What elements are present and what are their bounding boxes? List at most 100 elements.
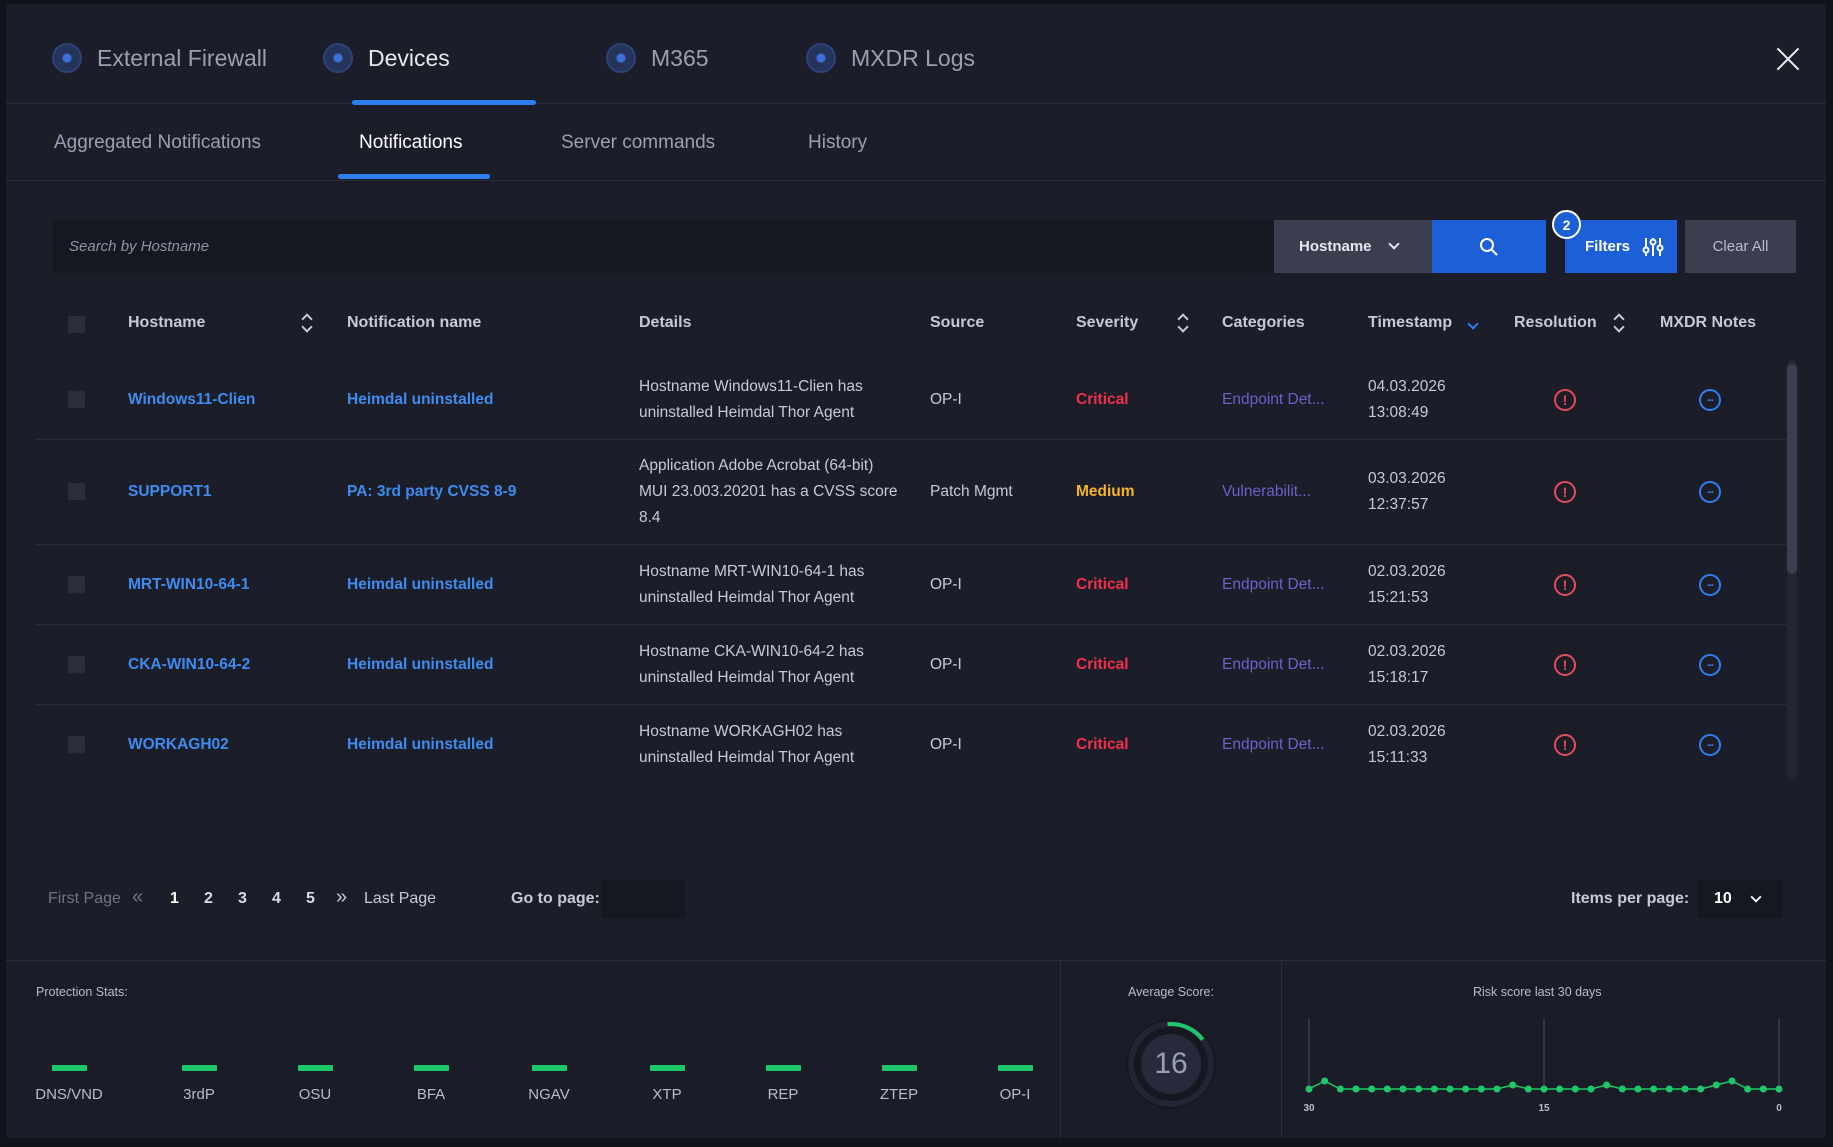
risk-point [1540,1085,1548,1093]
search-input[interactable] [53,220,1280,273]
table-row[interactable]: MRT-WIN10-64-1 Heimdal uninstalled Hostn… [36,545,1792,625]
page-1[interactable]: 1 [170,890,179,908]
tab-aggregated-notifications[interactable]: Aggregated Notifications [54,132,261,154]
hostname-link[interactable]: CKA-WIN10-64-2 [128,652,250,678]
mxdr-note-icon[interactable]: ... [1699,654,1721,676]
timestamp-text: 02.03.2026 15:18:17 [1368,643,1446,686]
search-field-select[interactable]: Hostname [1274,220,1432,273]
col-hostname[interactable]: Hostname [128,314,205,332]
notification-link[interactable]: PA: 3rd party CVSS 8-9 [347,479,516,505]
double-chevron-right-icon[interactable]: » [336,886,347,909]
details-text: Hostname MRT-WIN10-64-1 has uninstalled H… [639,563,865,606]
tab-mxdr-logs[interactable]: MXDR Logs [806,38,975,78]
risk-point [1603,1081,1611,1089]
sort-severity-icon[interactable] [1176,312,1188,334]
goto-page-input[interactable] [601,880,685,918]
resolution-alert-icon[interactable]: ! [1554,389,1576,411]
sort-hostname-icon[interactable] [300,312,312,334]
table-row[interactable]: Windows11-Clien Heimdal uninstalled Host… [36,360,1792,440]
tab-m365[interactable]: M365 [606,38,709,78]
risk-point [1728,1077,1736,1085]
clear-all-button[interactable]: Clear All [1685,220,1796,273]
severity-badge: Critical [1076,736,1129,753]
mxdr-note-icon[interactable]: ... [1699,574,1721,596]
resolution-alert-icon[interactable]: ! [1554,654,1576,676]
resolution-alert-icon[interactable]: ! [1554,574,1576,596]
items-per-page-select[interactable]: 10 [1698,880,1782,918]
tab-server-commands[interactable]: Server commands [561,132,715,154]
col-timestamp[interactable]: Timestamp [1368,314,1452,332]
top-tab-bar: External Firewall Devices M365 MXDR Logs [6,4,1826,105]
select-all-checkbox[interactable] [68,316,85,333]
hostname-link[interactable]: Windows11-Clien [128,387,255,413]
risk-point [1556,1085,1564,1093]
timestamp-text: 02.03.2026 15:21:53 [1368,563,1446,606]
notification-link[interactable]: Heimdal uninstalled [347,652,493,678]
table-row[interactable]: SUPPORT1 PA: 3rd party CVSS 8-9 Applicat… [36,440,1792,545]
col-source: Source [930,314,985,331]
source-text: OP-I [930,576,962,593]
risk-point [1665,1085,1673,1093]
category-text: Endpoint Det... [1222,576,1325,593]
devices-modal: External Firewall Devices M365 MXDR Logs… [6,4,1826,1138]
stats-footer: Protection Stats: DNS/VND 3rdP OSU BFA N… [6,960,1826,1138]
row-checkbox[interactable] [68,391,85,408]
tab-history[interactable]: History [808,132,867,154]
sort-resolution-icon[interactable] [1612,312,1624,334]
last-page-link[interactable]: Last Page [364,890,436,908]
risk-point [1305,1085,1313,1093]
risk-point [1775,1085,1783,1093]
page-2[interactable]: 2 [204,890,213,908]
table-row[interactable]: WORKAGH02 Heimdal uninstalled Hostname W… [36,705,1792,785]
sort-timestamp-icon[interactable] [1466,312,1478,334]
row-checkbox[interactable] [68,483,85,500]
tab-notifications[interactable]: Notifications [359,132,463,154]
average-score-value: 16 [1154,1047,1188,1080]
risk-point [1383,1085,1391,1093]
double-chevron-left-icon[interactable]: « [132,886,143,909]
mxdr-note-icon[interactable]: ... [1699,481,1721,503]
col-severity[interactable]: Severity [1076,314,1138,332]
notification-link[interactable]: Heimdal uninstalled [347,387,493,413]
row-checkbox[interactable] [68,736,85,753]
hostname-link[interactable]: WORKAGH02 [128,732,229,758]
hostname-link[interactable]: SUPPORT1 [128,479,212,505]
table-scrollbar[interactable] [1787,360,1797,780]
tab-external-firewall[interactable]: External Firewall [52,38,267,78]
close-icon[interactable] [1770,42,1806,78]
resolution-alert-icon[interactable]: ! [1554,481,1576,503]
stat-dns-vnd: DNS/VND [29,1065,109,1103]
details-text: Application Adobe Acrobat (64-bit) MUI 23… [639,457,898,526]
tab-devices[interactable]: Devices [323,38,450,78]
page-5[interactable]: 5 [306,890,315,908]
severity-badge: Critical [1076,656,1129,673]
search-button[interactable] [1432,220,1546,273]
risk-score-label: Risk score last 30 days [1473,985,1602,999]
hostname-link[interactable]: MRT-WIN10-64-1 [128,572,249,598]
mxdr-note-icon[interactable]: ... [1699,389,1721,411]
table-row[interactable]: CKA-WIN10-64-2 Heimdal uninstalled Hostn… [36,625,1792,705]
average-score-label: Average Score: [1128,985,1214,999]
page-3[interactable]: 3 [238,890,247,908]
filters-button[interactable]: Filters [1565,220,1677,273]
average-score-gauge: 16 [1121,1014,1221,1114]
risk-point [1321,1077,1329,1085]
row-checkbox[interactable] [68,656,85,673]
col-resolution[interactable]: Resolution [1514,314,1597,332]
page-4[interactable]: 4 [272,890,281,908]
risk-point [1477,1085,1485,1093]
status-dot-icon [323,43,353,73]
scrollbar-thumb[interactable] [1787,364,1797,574]
first-page-link[interactable]: First Page [48,890,121,908]
risk-point [1681,1085,1689,1093]
mxdr-note-icon[interactable]: ... [1699,734,1721,756]
severity-badge: Critical [1076,576,1129,593]
details-text: Hostname CKA-WIN10-64-2 has uninstalled H… [639,643,864,686]
row-checkbox[interactable] [68,576,85,593]
protection-stats-label: Protection Stats: [36,985,128,999]
notification-link[interactable]: Heimdal uninstalled [347,732,493,758]
timestamp-text: 04.03.2026 13:08:49 [1368,378,1446,421]
risk-point [1634,1085,1642,1093]
notification-link[interactable]: Heimdal uninstalled [347,572,493,598]
resolution-alert-icon[interactable]: ! [1554,734,1576,756]
